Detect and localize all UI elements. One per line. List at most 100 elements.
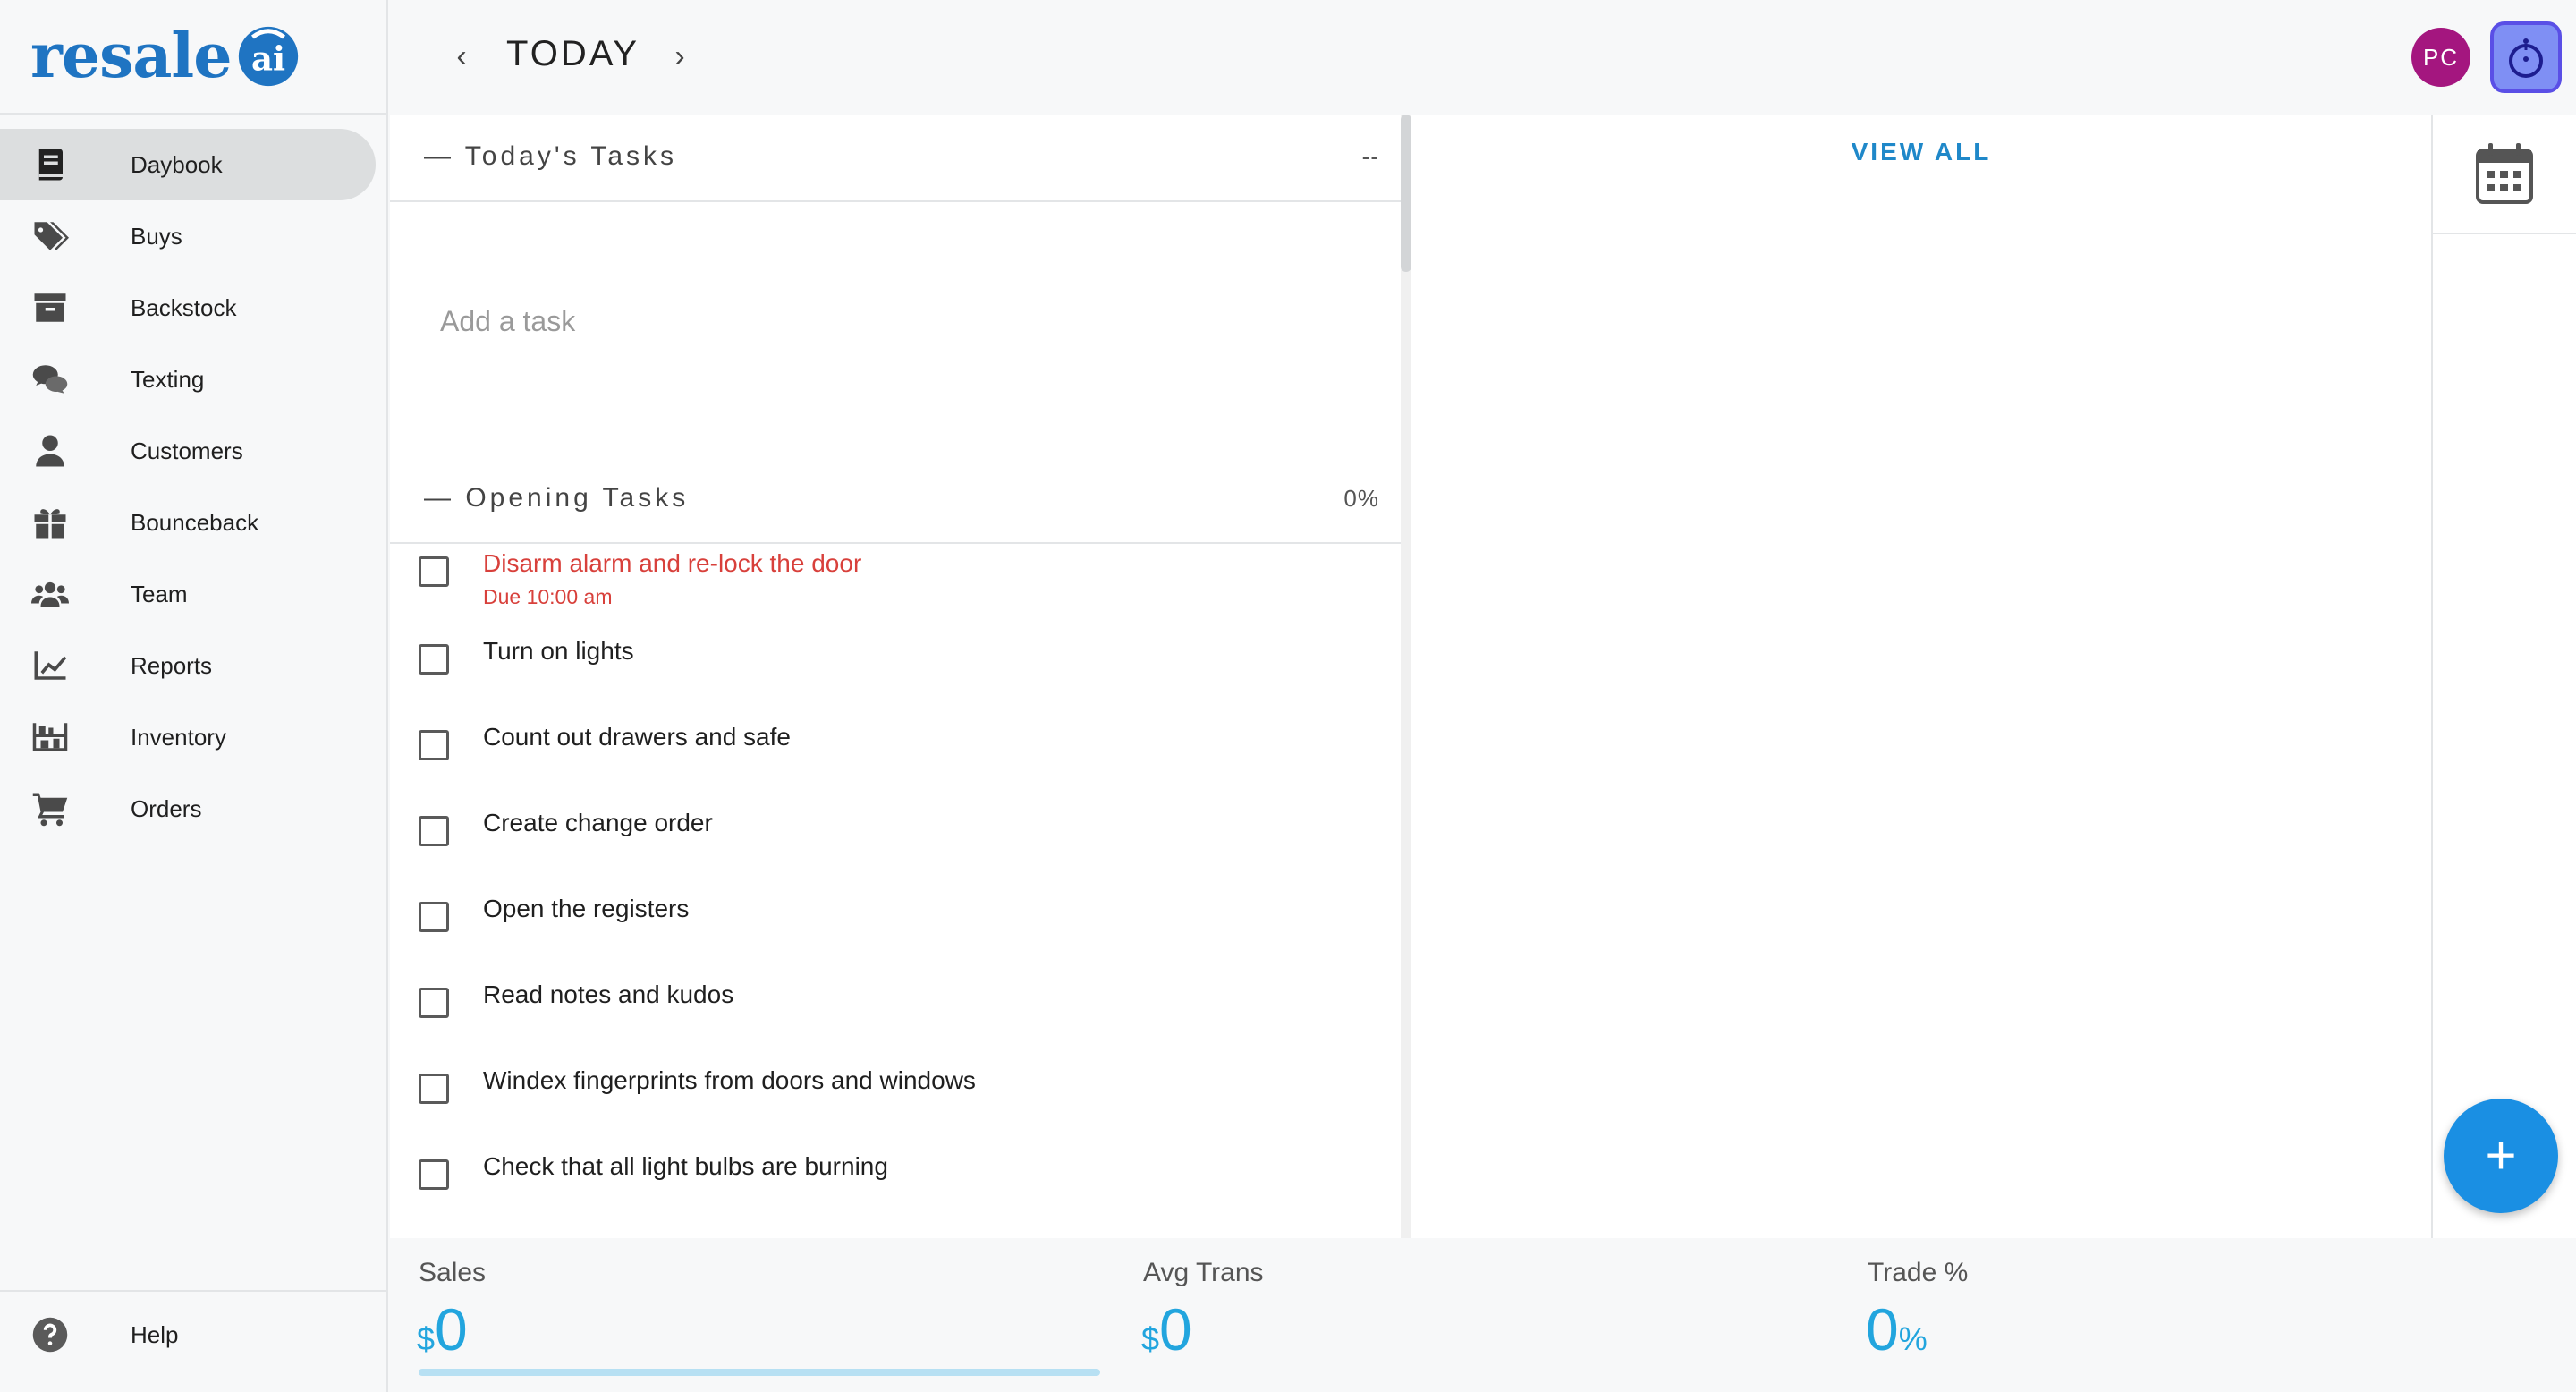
activity-panel: VIEW ALL: [1411, 115, 2431, 1238]
sidebar-item-label: Team: [131, 580, 188, 607]
sidebar-item-customers[interactable]: Customers: [0, 415, 376, 487]
opening-tasks-progress: 0%: [1343, 485, 1379, 512]
task-checkbox[interactable]: [419, 730, 449, 760]
previous-day-button[interactable]: ‹: [444, 36, 479, 77]
user-avatar[interactable]: PC: [2411, 28, 2470, 87]
task-item: Turn on lights: [390, 624, 1402, 710]
task-checkbox[interactable]: [419, 902, 449, 932]
gift-icon: [30, 503, 70, 542]
task-item: Read notes and kudos: [390, 968, 1402, 1054]
chart-icon: [30, 646, 70, 685]
sidebar-item-label: Backstock: [131, 293, 237, 321]
resale-ai-logo[interactable]: resale ai: [30, 16, 303, 97]
add-task-input[interactable]: [438, 304, 1333, 339]
opening-tasks-header[interactable]: — Opening Tasks 0%: [390, 456, 1402, 544]
task-panel-scrollbar[interactable]: [1401, 115, 1411, 1238]
task-label[interactable]: Windex fingerprints from doors and windo…: [483, 1066, 976, 1095]
avg-trans-amount: 0: [1159, 1296, 1192, 1362]
sidebar-item-help[interactable]: Help: [0, 1299, 376, 1371]
task-label[interactable]: Turn on lights: [483, 637, 634, 666]
task-checkbox[interactable]: [419, 556, 449, 587]
right-rail: [2431, 115, 2576, 1238]
sidebar-item-bounceback[interactable]: Bounceback: [0, 487, 376, 558]
sidebar-item-inventory[interactable]: Inventory: [0, 701, 376, 773]
sales-value: $0: [417, 1295, 468, 1363]
trade-percent-unit: %: [1898, 1320, 1928, 1357]
task-label[interactable]: Disarm alarm and re-lock the door: [483, 549, 861, 578]
todays-tasks-header[interactable]: — Today's Tasks --: [390, 115, 1402, 202]
sales-progress-bar: [419, 1369, 1100, 1376]
task-label[interactable]: Read notes and kudos: [483, 980, 733, 1009]
task-label[interactable]: Create change order: [483, 809, 713, 837]
sidebar-item-texting[interactable]: Texting: [0, 344, 376, 415]
logo-mark-icon: ai: [238, 26, 298, 87]
todays-tasks-progress: --: [1361, 143, 1379, 170]
next-day-button[interactable]: ›: [662, 36, 698, 77]
sidebar-item-label: Bounceback: [131, 508, 259, 536]
trade-percent-label: Trade %: [1868, 1258, 1969, 1287]
add-fab-button[interactable]: +: [2444, 1099, 2558, 1213]
help-divider: [0, 1290, 386, 1292]
shelves-icon: [30, 717, 70, 757]
sidebar-item-label: Buys: [131, 222, 182, 250]
sidebar-nav: Daybook Buys Backstock Texting Customers: [0, 129, 386, 845]
plus-icon: +: [2485, 1125, 2517, 1185]
header: ‹ TODAY ›: [390, 0, 2576, 113]
avg-trans-label: Avg Trans: [1143, 1258, 1264, 1287]
trade-percent-amount: 0: [1866, 1296, 1899, 1362]
task-item: Disarm alarm and re-lock the door Due 10…: [390, 537, 1402, 624]
sidebar-item-label: Reports: [131, 651, 213, 679]
help-label: Help: [131, 1320, 179, 1348]
logo-mark-text: ai: [250, 39, 284, 79]
task-item: Count out drawers and safe: [390, 710, 1402, 796]
task-label[interactable]: Open the registers: [483, 895, 689, 923]
archive-icon: [30, 288, 70, 327]
task-checkbox[interactable]: [419, 644, 449, 675]
sidebar-divider: [0, 113, 386, 115]
sidebar-item-label: Orders: [131, 794, 202, 822]
assistant-button[interactable]: [2490, 21, 2562, 93]
task-item: Open the registers: [390, 882, 1402, 968]
sidebar-item-backstock[interactable]: Backstock: [0, 272, 376, 344]
avg-trans-currency: $: [1141, 1320, 1160, 1357]
sidebar-item-label: Texting: [131, 365, 205, 393]
task-checkbox[interactable]: [419, 1074, 449, 1104]
task-due-time: Due 10:00 am: [483, 585, 613, 608]
book-icon: [30, 145, 70, 184]
calendar-button[interactable]: [2433, 115, 2576, 234]
task-panel: — Today's Tasks -- — Opening Tasks 0% Di…: [390, 115, 1402, 1238]
tags-icon: [30, 216, 70, 256]
logo-text: resale: [30, 21, 233, 92]
task-checkbox[interactable]: [419, 1159, 449, 1190]
sidebar-item-buys[interactable]: Buys: [0, 200, 376, 272]
sidebar-item-daybook[interactable]: Daybook: [0, 129, 376, 200]
sidebar-item-label: Inventory: [131, 723, 226, 751]
task-item: Check that all light bulbs are burning: [390, 1140, 1402, 1226]
sidebar-item-reports[interactable]: Reports: [0, 630, 376, 701]
todays-tasks-title: — Today's Tasks: [424, 141, 678, 171]
page-title: TODAY: [506, 34, 640, 73]
sales-amount: 0: [435, 1296, 468, 1362]
avg-trans-value: $0: [1141, 1295, 1192, 1363]
task-label[interactable]: Count out drawers and safe: [483, 723, 791, 751]
task-checkbox[interactable]: [419, 988, 449, 1018]
task-checkbox[interactable]: [419, 816, 449, 846]
sidebar-item-label: Customers: [131, 437, 243, 464]
task-panel-scroll-thumb[interactable]: [1401, 115, 1411, 272]
opening-tasks-title: — Opening Tasks: [424, 483, 690, 513]
sidebar-item-team[interactable]: Team: [0, 558, 376, 630]
view-all-link[interactable]: VIEW ALL: [1411, 138, 2431, 166]
sales-currency: $: [417, 1320, 436, 1357]
trade-percent-value: 0%: [1866, 1295, 1928, 1363]
sidebar-item-orders[interactable]: Orders: [0, 773, 376, 845]
chat-icon: [30, 360, 70, 399]
sales-label: Sales: [419, 1258, 487, 1287]
task-item: Create change order: [390, 796, 1402, 882]
sidebar: resale ai Daybook Buys Backstock Texting…: [0, 0, 388, 1392]
footer-stats: Sales $0 Avg Trans $0 Trade % 0%: [390, 1240, 2576, 1392]
task-label[interactable]: Check that all light bulbs are burning: [483, 1152, 888, 1181]
sidebar-item-label: Daybook: [131, 150, 223, 178]
help-circle-icon: [30, 1315, 70, 1354]
calendar-icon: [2476, 143, 2533, 204]
person-icon: [30, 431, 70, 471]
